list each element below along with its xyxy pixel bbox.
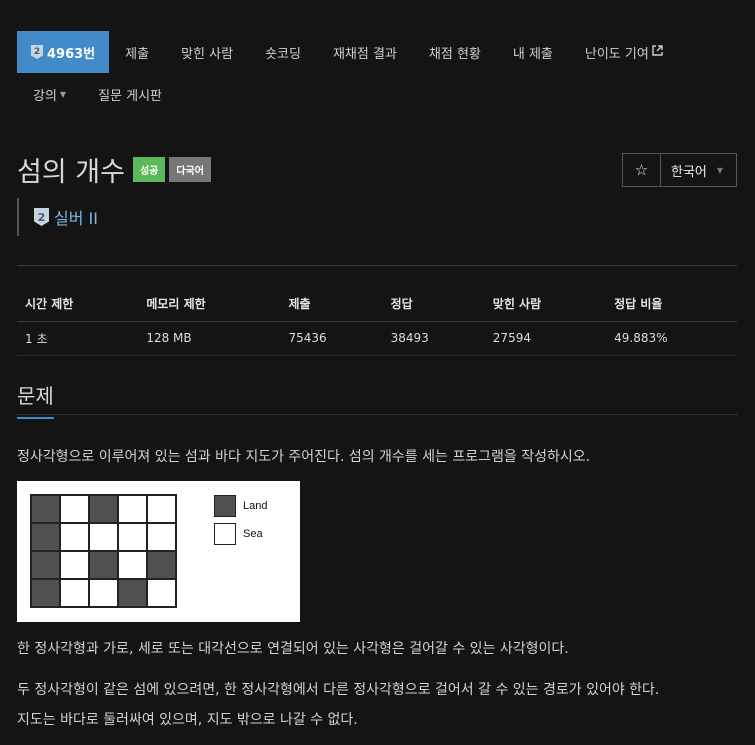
sea-cell (60, 579, 89, 607)
multilingual-badge: 다국어 (169, 157, 211, 182)
nav-problem-number-label: 4963번 (47, 46, 96, 62)
land-cell (89, 495, 118, 523)
problem-section-header: 문제 (17, 380, 737, 419)
silver-tier-icon: 2 (31, 45, 43, 59)
language-current: 한국어 (671, 164, 707, 180)
silver-tier-icon: 2 (34, 208, 49, 226)
description-paragraph: 두 정사각형이 같은 섬에 있으려면, 한 정사각형에서 다른 정사각형으로 걸… (17, 682, 660, 698)
sea-cell (118, 523, 147, 551)
problem-tier: 2 실버 II (17, 198, 98, 236)
chevron-down-icon: ▼ (716, 165, 724, 175)
table-header-row: 시간 제한 메모리 제한 제출 정답 맞힌 사람 정답 비율 (17, 287, 737, 322)
nav-lectures-label: 강의 (33, 88, 57, 104)
nav-question-board[interactable]: 질문 게시판 (82, 73, 178, 115)
problem-info-table: 시간 제한 메모리 제한 제출 정답 맞힌 사람 정답 비율 1 초 128 M… (17, 287, 737, 356)
land-cell (31, 579, 60, 607)
nav-lectures[interactable]: 강의 ▼ (17, 73, 82, 115)
sea-cell (118, 495, 147, 523)
land-cell (147, 551, 176, 579)
land-cell (118, 579, 147, 607)
nav-status[interactable]: 채점 현황 (413, 31, 497, 73)
map-grid (30, 494, 177, 608)
nav-solvers[interactable]: 맞힌 사람 (165, 31, 249, 73)
nav-row-secondary: 강의 ▼ 질문 게시판 (17, 73, 737, 115)
section-divider (17, 414, 737, 415)
header-accepted: 정답 (382, 287, 485, 322)
header-solvers: 맞힌 사람 (484, 287, 607, 322)
legend-land: Land (214, 495, 267, 517)
external-link-icon (652, 45, 663, 59)
description-paragraph: 정사각형으로 이루어져 있는 섬과 바다 지도가 주어진다. 섬의 개수를 세는… (17, 449, 591, 465)
nav-difficulty-contribution[interactable]: 난이도 기여 (569, 31, 679, 73)
legend-land-label: Land (243, 500, 268, 512)
land-cell (31, 551, 60, 579)
header-submissions: 제출 (280, 287, 383, 322)
legend-sea-label: Sea (243, 528, 263, 540)
cell-solvers: 27594 (484, 321, 607, 356)
sea-cell (89, 579, 118, 607)
description-paragraph: 한 정사각형과 가로, 세로 또는 대각선으로 연결되어 있는 사각형은 걸어갈… (17, 641, 569, 657)
nav-problem-number[interactable]: 2 4963번 (17, 31, 110, 73)
cell-accept-rate: 49.883% (606, 321, 737, 356)
land-cell (31, 523, 60, 551)
nav-short-coding[interactable]: 숏코딩 (249, 31, 317, 73)
nav-my-submissions[interactable]: 내 제출 (497, 31, 569, 73)
table-row: 1 초 128 MB 75436 38493 27594 49.883% (17, 321, 737, 356)
sea-cell (60, 523, 89, 551)
nav-rejudge-results[interactable]: 재채점 결과 (317, 31, 413, 73)
legend-land-swatch (214, 495, 236, 517)
problem-title: 섬의 개수 (17, 157, 125, 188)
sea-cell (147, 523, 176, 551)
sea-cell (147, 579, 176, 607)
land-cell (31, 495, 60, 523)
sea-cell (89, 523, 118, 551)
star-icon[interactable]: ☆ (623, 154, 661, 186)
header-memory-limit: 메모리 제한 (138, 287, 281, 322)
sea-cell (147, 495, 176, 523)
cell-memory-limit: 128 MB (138, 321, 281, 356)
header-time-limit: 시간 제한 (17, 287, 139, 322)
land-cell (89, 551, 118, 579)
sea-cell (60, 551, 89, 579)
nav-row-primary: 2 4963번 제출 맞힌 사람 숏코딩 재채점 결과 채점 현황 내 제출 난… (17, 31, 737, 73)
map-figure: Land Sea (17, 481, 300, 622)
header-accept-rate: 정답 비율 (606, 287, 737, 322)
description-paragraph: 지도는 바다로 둘러싸여 있으며, 지도 밖으로 나갈 수 없다. (17, 712, 358, 728)
nav-difficulty-label: 난이도 기여 (584, 46, 649, 62)
divider (17, 265, 737, 266)
legend-sea: Sea (214, 523, 263, 545)
chevron-down-icon: ▼ (59, 89, 67, 99)
problem-title-row: 섬의 개수 성공 다국어 (17, 150, 211, 189)
sea-cell (118, 551, 147, 579)
nav-submit[interactable]: 제출 (109, 31, 165, 73)
cell-accepted: 38493 (382, 321, 485, 356)
cell-submissions: 75436 (280, 321, 383, 356)
legend-sea-swatch (214, 523, 236, 545)
problem-nav: 2 4963번 제출 맞힌 사람 숏코딩 재채점 결과 채점 현황 내 제출 난… (17, 31, 737, 115)
tier-name[interactable]: 실버 II (54, 205, 98, 229)
cell-time-limit: 1 초 (17, 321, 139, 356)
sea-cell (60, 495, 89, 523)
language-dropdown[interactable]: 한국어 ▼ (661, 154, 736, 186)
solved-badge: 성공 (132, 157, 166, 182)
language-selector-group: ☆ 한국어 ▼ (622, 153, 737, 187)
